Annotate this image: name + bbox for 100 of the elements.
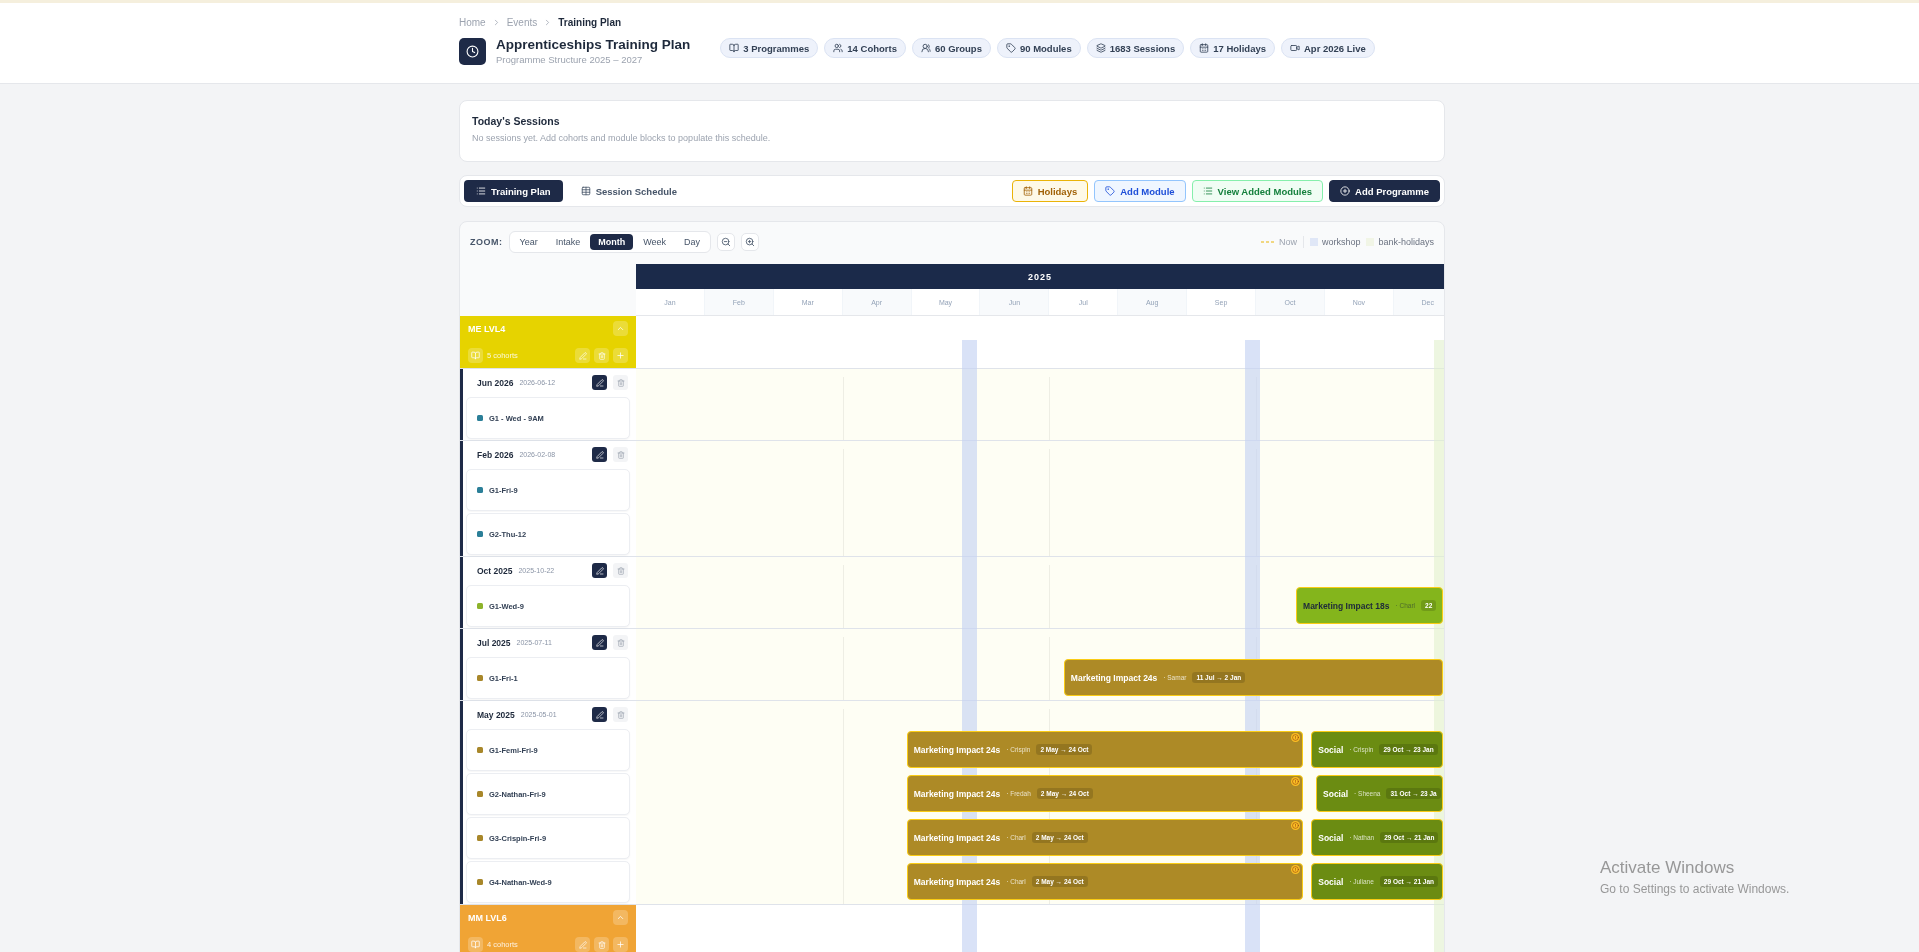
- zoom-option[interactable]: Day: [676, 234, 709, 250]
- zoom-label: ZOOM:: [470, 237, 503, 247]
- chevron-icon: [616, 913, 625, 922]
- add-button[interactable]: [613, 348, 628, 363]
- delete-button[interactable]: [613, 447, 628, 462]
- book-button[interactable]: [468, 348, 483, 363]
- view-tab[interactable]: Training Plan: [464, 180, 563, 202]
- pen-icon: [578, 940, 587, 949]
- programme-name: MM LVL6: [468, 912, 508, 923]
- empty-message: No sessions yet. Add cohorts and module blocks to populate this schedule.: [472, 133, 772, 143]
- stat-chip: 3 Programmes: [720, 38, 819, 58]
- tag-icon: [1005, 43, 1016, 53]
- cohort-name: May 2025: [477, 709, 515, 720]
- swatch-icon: [1309, 238, 1318, 246]
- stat-chip: 1683 Sessions: [1086, 38, 1185, 58]
- collapse-button[interactable]: [613, 321, 628, 336]
- clock-icon: [466, 44, 479, 58]
- delete-button[interactable]: [613, 375, 628, 390]
- cohort-name: Oct 2025: [477, 565, 513, 576]
- action-button[interactable]: Add Programme: [1329, 180, 1440, 202]
- page-title: Apprenticeships Training Plan: [496, 37, 691, 52]
- cohort-name: Feb 2026: [477, 449, 514, 460]
- card-title: Today's Sessions: [472, 115, 561, 127]
- pen-icon: [595, 710, 604, 719]
- zoom-option[interactable]: Week: [635, 234, 675, 250]
- list-icon: [1202, 186, 1213, 196]
- zoom-option[interactable]: Intake: [547, 234, 589, 250]
- zoom-option[interactable]: Month: [590, 234, 634, 250]
- legend-item: workshop: [1309, 237, 1361, 247]
- module-title: Marketing Impact 24s: [913, 744, 1001, 755]
- edit-button[interactable]: [592, 635, 607, 650]
- action-button[interactable]: Holidays: [1011, 180, 1089, 202]
- breadcrumb-link[interactable]: Training Plan: [558, 17, 622, 28]
- programme-name: ME LVL4: [468, 323, 507, 334]
- book-icon: [471, 940, 480, 949]
- list-icon: [476, 186, 486, 196]
- view-tab[interactable]: Session Schedule: [568, 180, 689, 202]
- layers-icon: [1095, 43, 1106, 53]
- trash-icon: [597, 940, 606, 949]
- video-icon: [1290, 43, 1300, 53]
- module-title: Marketing Impact 24s: [913, 832, 1001, 843]
- edit-button[interactable]: [592, 563, 607, 578]
- trash-icon: [616, 638, 625, 647]
- edit-button[interactable]: [592, 375, 607, 390]
- delete-button[interactable]: [613, 563, 628, 578]
- calendar-icon: [1199, 43, 1210, 53]
- pen-icon: [595, 450, 604, 459]
- zoom-option[interactable]: Year: [511, 234, 546, 250]
- edit-button[interactable]: [592, 707, 607, 722]
- activation-title: Activate Windows: [1600, 858, 1736, 878]
- cohort-name: Jun 2026: [477, 377, 514, 388]
- module-title: Marketing Impact 18s: [1303, 600, 1390, 611]
- module-title: Marketing Impact 24s: [913, 876, 1001, 887]
- trash-icon: [616, 450, 625, 459]
- pen-icon: [595, 378, 604, 387]
- activation-subtitle: Go to Settings to activate Windows.: [1600, 882, 1790, 896]
- module-title: Social: [1318, 876, 1344, 887]
- plus-circle-icon: [1340, 186, 1351, 196]
- legend-item: Now: [1260, 237, 1297, 247]
- action-button[interactable]: Add Module: [1094, 180, 1186, 202]
- module-title: Social: [1318, 832, 1344, 843]
- collapse-button[interactable]: [613, 910, 628, 925]
- stat-chip: 14 Cohorts: [824, 38, 906, 58]
- module-title: Marketing Impact 24s: [1070, 672, 1158, 683]
- plus-icon: [616, 940, 625, 949]
- users-icon: [833, 43, 844, 53]
- year-header: 2025: [636, 264, 1444, 289]
- book-icon: [471, 351, 480, 360]
- tag-icon: [1105, 186, 1116, 196]
- cohort-name: Jul 2025: [477, 637, 511, 648]
- delete-button[interactable]: [594, 937, 609, 952]
- delete-button[interactable]: [613, 707, 628, 722]
- module-title: Marketing Impact 24s: [913, 788, 1001, 799]
- zoom-out-button[interactable]: [717, 233, 736, 251]
- stat-chip: 90 Modules: [996, 38, 1081, 58]
- trash-icon: [616, 566, 625, 575]
- trash-icon: [616, 378, 625, 387]
- pen-icon: [595, 638, 604, 647]
- plus-icon: [616, 351, 625, 360]
- chevron-icon: [616, 324, 625, 333]
- trash-icon: [597, 351, 606, 360]
- add-button[interactable]: [613, 937, 628, 952]
- zoom-in-icon: [745, 237, 756, 247]
- stat-chip: Apr 2026 Live: [1281, 38, 1375, 58]
- zoom-in-button[interactable]: [741, 233, 760, 251]
- dashed-line-icon: [1260, 240, 1275, 244]
- action-button[interactable]: View Added Modules: [1191, 180, 1324, 202]
- page-subtitle: Programme Structure 2025 – 2027: [496, 54, 644, 65]
- edit-button[interactable]: [592, 447, 607, 462]
- trash-icon: [616, 710, 625, 719]
- legend-item: bank-holidays: [1366, 237, 1434, 247]
- group-icon: [920, 43, 931, 53]
- calendar-icon: [1022, 186, 1033, 196]
- pen-icon: [578, 351, 587, 360]
- delete-button[interactable]: [613, 635, 628, 650]
- delete-button[interactable]: [594, 348, 609, 363]
- zoom-out-icon: [721, 237, 732, 247]
- book-button[interactable]: [468, 937, 483, 952]
- pen-icon: [595, 566, 604, 575]
- table-icon: [580, 186, 591, 196]
